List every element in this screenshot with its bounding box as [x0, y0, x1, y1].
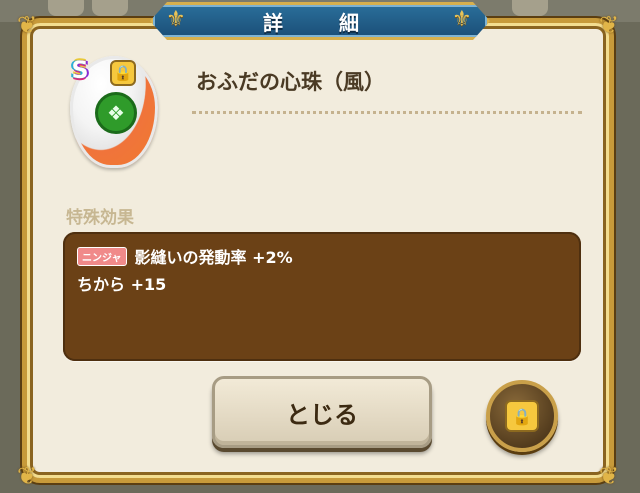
section-label-special-effects: 特殊効果: [66, 208, 134, 228]
background-tab: [92, 0, 128, 16]
close-button[interactable]: とじる: [212, 376, 432, 448]
background-tab: [512, 0, 548, 16]
effects-list: ニンジャ 影縫いの発動率 +2% ちから +15: [63, 232, 581, 361]
divider: [192, 111, 582, 114]
fleur-de-lis-icon: ⚜: [166, 7, 186, 32]
green-dragon-emblem-icon: ❖: [95, 92, 137, 134]
dialog-title: 詳 細: [263, 10, 377, 35]
lock-icon: 🔒: [110, 60, 136, 86]
corner-ornament-icon: ❦: [17, 11, 38, 39]
lock-button[interactable]: 🔒: [486, 380, 558, 452]
lock-icon: 🔒: [505, 400, 539, 432]
effect-text: ちから +15: [77, 275, 167, 294]
dialog-title-plate: 詳 細: [150, 2, 490, 40]
fleur-de-lis-icon: ⚜: [452, 7, 472, 32]
job-tag: ニンジャ: [77, 247, 127, 266]
effect-row: ちから +15: [77, 271, 166, 295]
corner-ornament-icon: ❦: [17, 462, 38, 490]
corner-ornament-icon: ❦: [598, 11, 619, 39]
corner-ornament-icon: ❦: [598, 462, 619, 490]
effect-row: ニンジャ 影縫いの発動率 +2%: [77, 244, 293, 268]
effect-text: 影縫いの発動率 +2%: [134, 248, 293, 267]
item-name: おふだの心珠（風）: [196, 70, 385, 94]
rank-badge: S: [71, 56, 89, 84]
background-tab: [48, 0, 84, 16]
